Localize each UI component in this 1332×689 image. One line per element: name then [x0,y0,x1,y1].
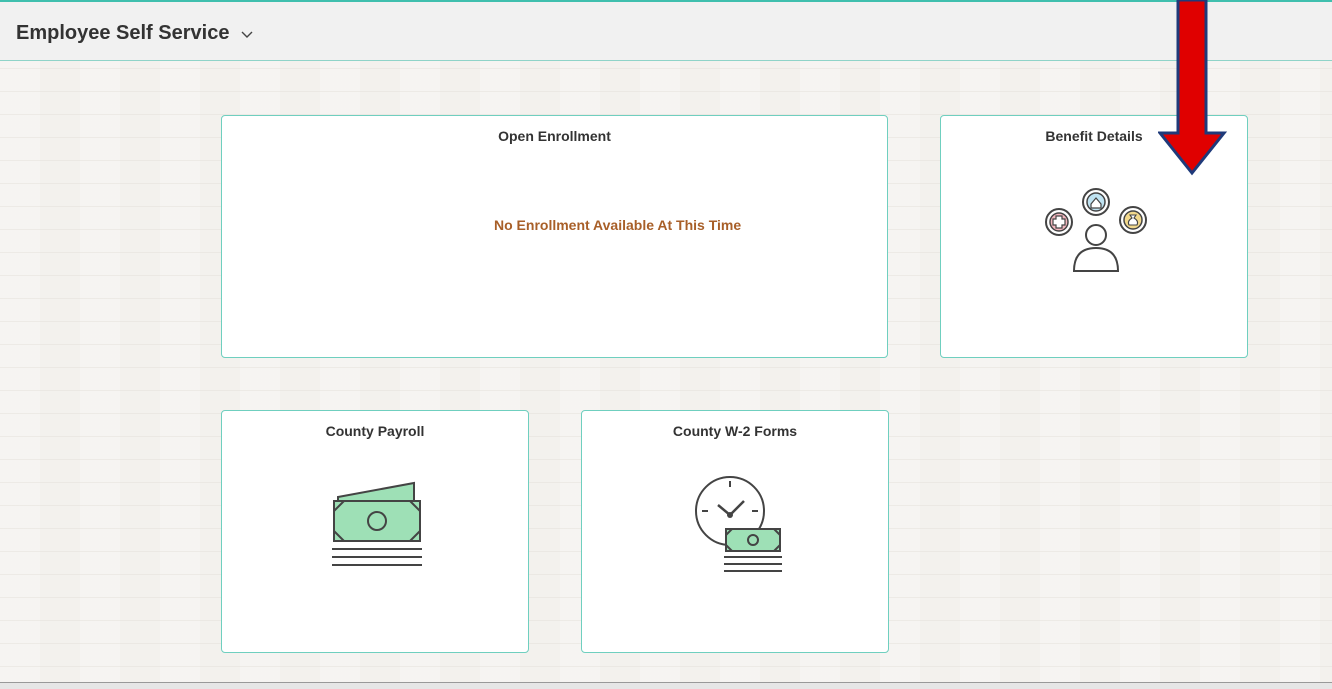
page-title: Employee Self Service [16,22,230,44]
tile-title: County W-2 Forms [672,423,798,439]
status-bar [0,682,1332,689]
clock-money-icon [690,471,790,580]
chevron-down-icon [241,22,253,45]
tile-title: Open Enrollment [498,128,611,144]
benefits-person-icon [1041,182,1151,279]
homepage-selector[interactable]: Employee Self Service [16,22,253,45]
tile-title: County Payroll [325,423,425,439]
enrollment-status-message: No Enrollment Available At This Time [494,217,742,233]
tile-county-payroll[interactable]: County Payroll [221,410,529,653]
tile-open-enrollment[interactable]: Open Enrollment No Enrollment Available … [221,115,888,358]
page-header: Employee Self Service [0,0,1332,61]
money-stack-icon [328,477,424,574]
red-down-arrow-icon [1156,0,1228,181]
tile-county-w2-forms[interactable]: County W-2 Forms [581,410,889,653]
